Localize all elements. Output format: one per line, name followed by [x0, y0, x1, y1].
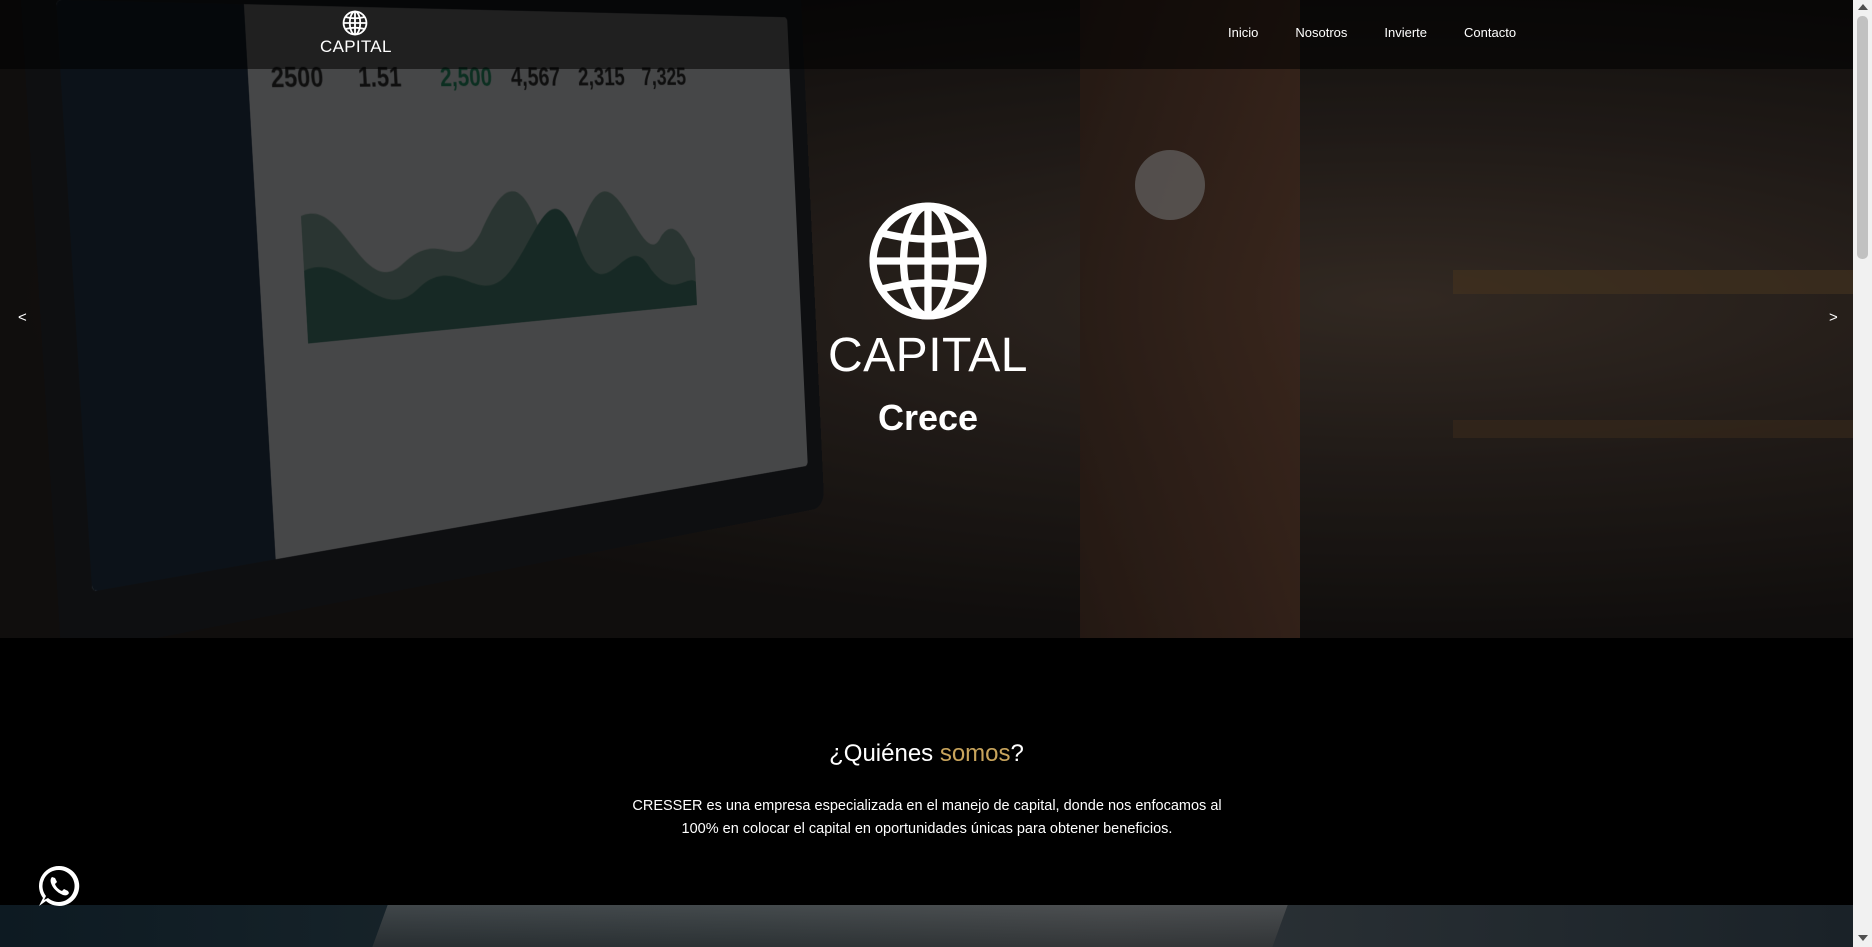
hero-brand: CAPITAL Crece: [800, 200, 1056, 439]
scroll-thumb[interactable]: [1857, 16, 1868, 259]
nav-link-contacto[interactable]: Contacto: [1464, 25, 1516, 40]
nav-link-nosotros[interactable]: Nosotros: [1295, 25, 1347, 40]
scroll-up-arrow-icon[interactable]: [1858, 4, 1868, 10]
carousel-next-button[interactable]: >: [1829, 309, 1838, 326]
top-navbar: CAPITAL Inicio Nosotros Invierte Contact…: [0, 0, 1853, 69]
next-section-background: [0, 905, 1853, 947]
about-title-prefix: ¿Quiénes: [829, 740, 940, 767]
whatsapp-icon: [38, 865, 80, 906]
whatsapp-button[interactable]: [35, 862, 83, 910]
globe-icon: [342, 10, 368, 36]
about-title-suffix: ?: [1010, 740, 1024, 767]
hero-carousel: 2500 1.51 2,500 4,567 2,315 7,325 < > CA…: [0, 0, 1853, 638]
page-scrollbar[interactable]: [1853, 0, 1872, 947]
nav-link-inicio[interactable]: Inicio: [1228, 25, 1258, 40]
hero-title: CAPITAL: [828, 329, 1028, 382]
about-title-accent: somos: [939, 740, 1011, 767]
carousel-prev-button[interactable]: <: [18, 309, 27, 326]
about-description: CRESSER es una empresa especializada en …: [632, 797, 1222, 837]
hero-subtitle: Crece: [877, 397, 979, 438]
nav-links: Inicio Nosotros Invierte Contacto: [1228, 25, 1553, 40]
brand-logo[interactable]: CAPITAL: [320, 10, 392, 57]
about-section: ¿Quiénes somos? CRESSER es una empresa e…: [0, 638, 1853, 905]
about-title: ¿Quiénes somos?: [0, 740, 1853, 768]
globe-icon: [869, 202, 987, 320]
scroll-down-arrow-icon[interactable]: [1858, 935, 1868, 941]
brand-logo-text: CAPITAL: [320, 37, 392, 56]
nav-link-invierte[interactable]: Invierte: [1384, 25, 1427, 40]
